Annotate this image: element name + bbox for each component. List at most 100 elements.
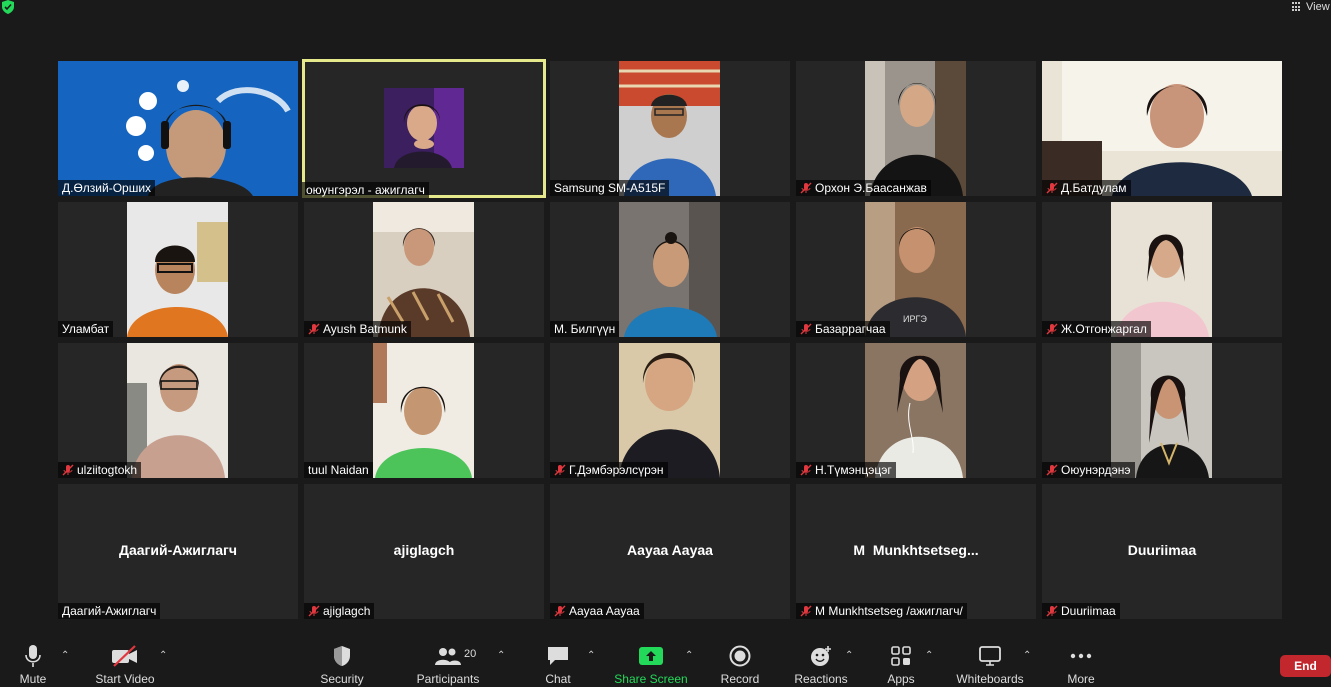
participants-count: 20	[464, 648, 477, 660]
participant-tile[interactable]: Д.Батдулам	[1042, 61, 1282, 196]
record-button[interactable]: Record	[718, 638, 762, 687]
participants-button[interactable]: Participants	[414, 638, 482, 687]
mic-muted-icon	[554, 605, 566, 617]
participant-tile[interactable]: ИРГЭ Базаррагчаа	[796, 202, 1036, 337]
participant-name-tag: Д.Батдулам	[1042, 180, 1131, 196]
participant-display-name: Duuriimaa	[1127, 542, 1197, 558]
security-button[interactable]: Security	[318, 638, 366, 687]
participant-video	[373, 202, 474, 337]
participant-tile[interactable]: Samsung SM-A515F	[550, 61, 790, 196]
participant-name-tag: ajiglagch	[304, 603, 375, 619]
participant-tile[interactable]: Duuriimaa Duuriimaa	[1042, 484, 1282, 619]
active-speaker-tile[interactable]: оюунгэрэл - ажиглагч	[302, 59, 546, 198]
more-button[interactable]: More	[1062, 638, 1100, 687]
start-video-button[interactable]: Start Video	[92, 638, 158, 687]
video-options-caret[interactable]: ⌃	[159, 650, 167, 661]
participant-tile[interactable]: ulziitogtokh	[58, 343, 298, 478]
participant-name-tag: Г.Дэмбэрэлсүрэн	[550, 462, 668, 478]
participant-name-tag: Орхон Э.Баасанжав	[796, 180, 931, 196]
participant-tile[interactable]: Оюунэрдэнэ	[1042, 343, 1282, 478]
mic-muted-icon	[800, 182, 812, 194]
shield-icon	[334, 646, 350, 666]
chat-bubble-icon	[548, 647, 568, 665]
chat-button[interactable]: Chat	[540, 638, 576, 687]
participant-name-tag: Уламбат	[58, 321, 114, 337]
chat-options-caret[interactable]: ⌃	[587, 650, 595, 661]
participant-video	[127, 202, 228, 337]
participant-tile[interactable]: Aayaa Aayaa Aayaa Aayaa	[550, 484, 790, 619]
more-dots-icon	[1070, 653, 1092, 659]
video-off-icon	[112, 645, 137, 667]
participant-video	[1111, 202, 1212, 337]
participant-name-tag: tuul Naidan	[304, 462, 373, 478]
end-meeting-button[interactable]: End	[1280, 655, 1331, 677]
participant-video	[58, 61, 298, 196]
grid-icon	[1292, 2, 1302, 12]
participant-tile[interactable]: ajiglagch ajiglagch	[304, 484, 544, 619]
security-shield-icon[interactable]	[1, 0, 15, 14]
participant-video	[619, 343, 720, 478]
whiteboards-options-caret[interactable]: ⌃	[1023, 650, 1031, 661]
reactions-button[interactable]: Reactions	[792, 638, 850, 687]
share-options-caret[interactable]: ⌃	[685, 650, 693, 661]
smiley-plus-icon	[811, 646, 831, 666]
participant-tile[interactable]: M Munkhtsetseg... M Munkhtsetseg /ажигла…	[796, 484, 1036, 619]
participant-name-tag: Duuriimaa	[1042, 603, 1120, 619]
participant-tile[interactable]: Даагий-Ажиглагч Даагий-Ажиглагч	[58, 484, 298, 619]
participant-tile[interactable]: М. Билгүүн	[550, 202, 790, 337]
view-button[interactable]: View	[1292, 0, 1330, 14]
participant-display-name: Aayaa Aayaa	[627, 542, 713, 558]
mic-muted-icon	[800, 605, 812, 617]
participant-tile[interactable]: Д.Өлзий-Орших	[58, 61, 298, 196]
apps-button[interactable]: Apps	[882, 638, 920, 687]
whiteboard-icon	[979, 646, 1001, 666]
participant-video	[127, 343, 228, 478]
participant-tile[interactable]: Г.Дэмбэрэлсүрэн	[550, 343, 790, 478]
share-screen-icon	[639, 647, 663, 665]
participant-name-tag: Д.Өлзий-Орших	[58, 180, 156, 196]
view-label: View	[1306, 1, 1330, 13]
participants-options-caret[interactable]: ⌃	[497, 650, 505, 661]
record-icon	[729, 645, 751, 667]
apps-icon	[891, 646, 911, 666]
mic-muted-icon	[800, 323, 812, 335]
participant-tile[interactable]: Н.Түмэнцэцэг	[796, 343, 1036, 478]
participant-video	[619, 61, 720, 196]
participant-name-tag: ulziitogtokh	[58, 462, 142, 478]
participant-name-tag: М. Билгүүн	[550, 321, 620, 337]
participant-video	[865, 343, 966, 478]
participant-tile[interactable]: Ayush Batmunk	[304, 202, 544, 337]
participant-display-name: M Munkhtsetseg...	[853, 542, 979, 558]
participant-name-tag: Ayush Batmunk	[304, 321, 411, 337]
participant-name-tag: Н.Түмэнцэцэг	[796, 462, 896, 478]
participant-name-tag: Базаррагчаа	[796, 321, 890, 337]
participant-video	[619, 202, 720, 337]
participant-name-tag: Даагий-Ажиглагч	[58, 603, 161, 619]
whiteboards-button[interactable]: Whiteboards	[954, 638, 1026, 687]
participant-avatar	[384, 88, 464, 168]
participant-tile[interactable]: Уламбат	[58, 202, 298, 337]
participant-video	[1111, 343, 1212, 478]
participant-name-tag: Оюунэрдэнэ	[1042, 462, 1135, 478]
mic-muted-icon	[62, 464, 74, 476]
participant-video	[1042, 61, 1282, 196]
participant-tile[interactable]: Ж.Отгонжаргал	[1042, 202, 1282, 337]
meeting-controls-toolbar: Mute ⌃ Start Video ⌃ Security Participan…	[0, 638, 1331, 687]
share-screen-button[interactable]: Share Screen	[612, 638, 690, 687]
reactions-options-caret[interactable]: ⌃	[845, 650, 853, 661]
mic-muted-icon	[554, 464, 566, 476]
participant-name-tag: оюунгэрэл - ажиглагч	[302, 182, 429, 198]
participant-display-name: ajiglagch	[393, 542, 455, 558]
apps-options-caret[interactable]: ⌃	[925, 650, 933, 661]
participant-video	[865, 61, 966, 196]
participant-video: ИРГЭ	[865, 202, 966, 337]
mic-muted-icon	[1046, 605, 1058, 617]
participant-tile[interactable]: Орхон Э.Баасанжав	[796, 61, 1036, 196]
participant-name-tag: M Munkhtsetseg /ажиглагч/	[796, 603, 967, 619]
mute-options-caret[interactable]: ⌃	[61, 650, 69, 661]
participant-video	[373, 343, 474, 478]
participant-name-tag: Ж.Отгонжаргал	[1042, 321, 1151, 337]
microphone-icon	[25, 645, 41, 667]
participant-tile[interactable]: tuul Naidan	[304, 343, 544, 478]
mute-button[interactable]: Mute	[14, 638, 52, 687]
